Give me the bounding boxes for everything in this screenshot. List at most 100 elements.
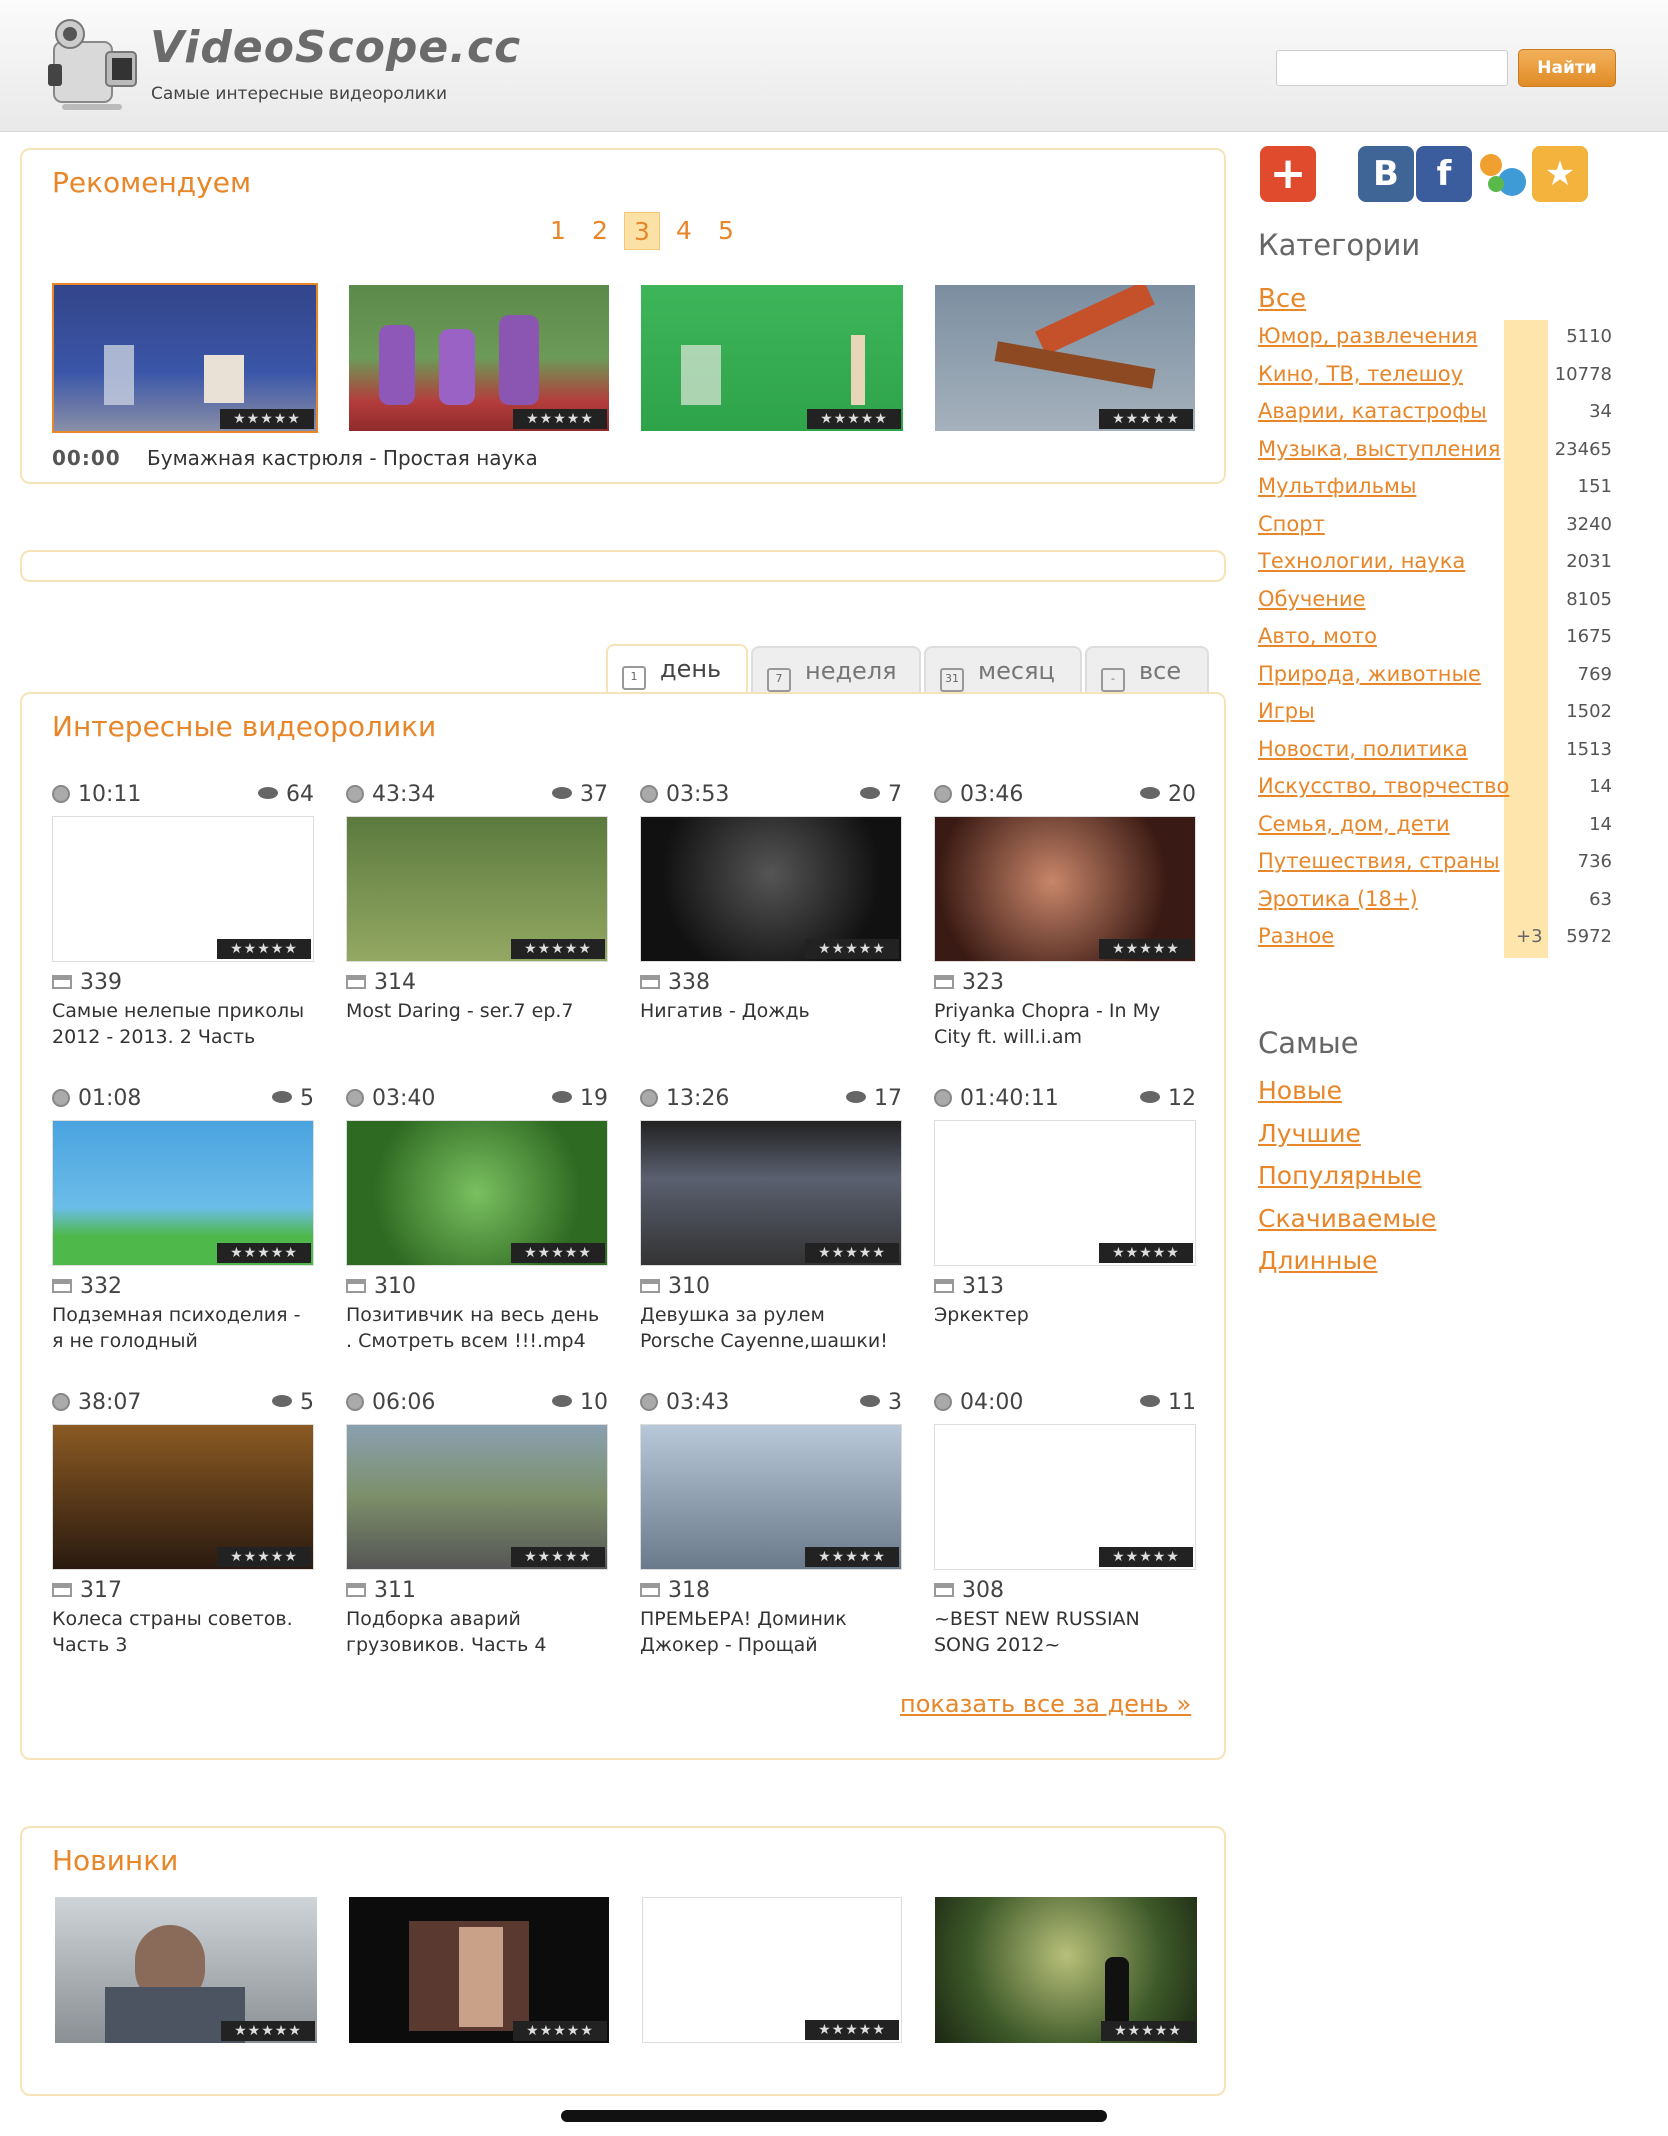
video-card[interactable]: 03:46 20 ★★★★★ 323 Priyanka Chopra - In My C…	[934, 782, 1196, 1050]
category-link[interactable]: Искусство, творчество	[1258, 774, 1509, 798]
best-popular-link[interactable]: Популярные	[1258, 1161, 1436, 1204]
video-thumbnail[interactable]: ★★★★★	[346, 816, 608, 962]
pager-page-1[interactable]: 1	[540, 212, 576, 250]
new-thumb-4[interactable]: ★★★★★	[935, 1897, 1197, 2043]
video-title[interactable]: Колеса страны советов. Часть 3	[52, 1606, 314, 1658]
add-plus-icon[interactable]: +	[1260, 146, 1316, 202]
video-title[interactable]: ПРЕМЬЕРА! Доминик Джокер - Прощай	[640, 1606, 902, 1658]
category-link[interactable]: Технологии, наука	[1258, 549, 1465, 573]
video-meta: 03:46 20	[934, 782, 1196, 810]
favorite-star-icon[interactable]: ★	[1532, 146, 1588, 202]
category-link[interactable]: Мультфильмы	[1258, 474, 1416, 498]
category-link[interactable]: Спорт	[1258, 512, 1325, 536]
recommend-thumb-2[interactable]: ★★★★★	[349, 285, 609, 431]
video-card[interactable]: 04:00 11 ★★★★★ 308 ~BEST NEW RUSSIAN SONG 20…	[934, 1390, 1196, 1658]
camera-logo-icon[interactable]	[44, 12, 140, 112]
video-card[interactable]: 03:40 19 ★★★★★ 310 Позитивчик на весь день .…	[346, 1086, 608, 1354]
video-thumbnail[interactable]: ★★★★★	[346, 1120, 608, 1266]
recommend-caption-title[interactable]: Бумажная кастрюля - Простая наука	[147, 446, 538, 470]
category-link[interactable]: Кино, ТВ, телешоу	[1258, 362, 1463, 386]
category-link[interactable]: Природа, животные	[1258, 662, 1481, 686]
category-link[interactable]: Юмор, развлечения	[1258, 324, 1477, 348]
friends-icon[interactable]	[1474, 146, 1530, 202]
site-name[interactable]: VideoScope.cc	[150, 22, 521, 73]
video-thumbnail[interactable]: ★★★★★	[52, 1120, 314, 1266]
video-thumbnail[interactable]: ★★★★★	[934, 1120, 1196, 1266]
video-duration: 03:53	[666, 782, 730, 807]
video-thumbnail[interactable]: ★★★★★	[52, 816, 314, 962]
category-link[interactable]: Авто, мото	[1258, 624, 1377, 648]
video-title[interactable]: Самые нелепые приколы 2012 - 2013. 2 Час…	[52, 998, 314, 1050]
video-title[interactable]: Девушка за рулем Porsche Cayenne,шашки!	[640, 1302, 902, 1354]
video-title[interactable]: Нигатив - Дождь	[640, 998, 902, 1050]
vk-icon[interactable]: В	[1358, 146, 1414, 202]
category-link[interactable]: Музыка, выступления	[1258, 437, 1500, 461]
pager-page-3[interactable]: 3	[624, 212, 660, 250]
new-thumb-3[interactable]: ★★★★★	[642, 1897, 902, 2043]
video-thumbnail[interactable]: ★★★★★	[640, 816, 902, 962]
rating-stars: ★★★★★	[511, 1547, 605, 1567]
eye-icon	[1140, 787, 1160, 799]
video-title[interactable]: Priyanka Chopra - In My City ft. will.i.…	[934, 998, 1196, 1050]
pager-page-2[interactable]: 2	[582, 212, 618, 250]
video-thumbnail[interactable]: ★★★★★	[640, 1120, 902, 1266]
video-title[interactable]: Подборка аварий грузовиков. Часть 4	[346, 1606, 608, 1658]
video-title[interactable]: Подземная психоделия - я не голодный	[52, 1302, 314, 1354]
category-all[interactable]: Все	[1258, 284, 1628, 320]
new-thumb-2[interactable]: ★★★★★	[349, 1897, 609, 2043]
best-top-link[interactable]: Лучшие	[1258, 1119, 1436, 1162]
search-input[interactable]	[1276, 50, 1508, 86]
tab-week[interactable]: 7 неделя	[751, 646, 921, 694]
tab-all[interactable]: - все	[1085, 646, 1209, 694]
video-title[interactable]: ~BEST NEW RUSSIAN SONG 2012~	[934, 1606, 1196, 1658]
box-icon	[640, 1583, 660, 1597]
category-row: Обучение 8105	[1258, 582, 1628, 621]
search-button[interactable]: Найти	[1518, 49, 1616, 87]
site-header: VideoScope.cc Самые интересные видеороли…	[0, 0, 1668, 132]
tab-month[interactable]: 31 месяц	[924, 646, 1082, 694]
category-link[interactable]: Разное	[1258, 924, 1334, 948]
video-card[interactable]: 10:11 64 ★★★★★ 339 Самые нелепые приколы 201…	[52, 782, 314, 1050]
recommend-thumb-4[interactable]: ★★★★★	[935, 285, 1195, 431]
pager-page-4[interactable]: 4	[666, 212, 702, 250]
best-new-link[interactable]: Новые	[1258, 1076, 1436, 1119]
facebook-icon[interactable]: f	[1416, 146, 1472, 202]
video-thumbnail[interactable]: ★★★★★	[934, 816, 1196, 962]
best-long-link[interactable]: Длинные	[1258, 1246, 1436, 1289]
best-downloaded-link[interactable]: Скачиваемые	[1258, 1204, 1436, 1247]
video-title[interactable]: Позитивчик на весь день . Смотреть всем …	[346, 1302, 608, 1354]
video-card[interactable]: 03:43 3 ★★★★★ 318 ПРЕМЬЕРА! Доминик Джокер -…	[640, 1390, 902, 1658]
video-title[interactable]: Most Daring - ser.7 ep.7	[346, 998, 608, 1050]
video-card[interactable]: 03:53 7 ★★★★★ 338 Нигатив - Дождь	[640, 782, 902, 1050]
new-thumb-1[interactable]: ★★★★★	[55, 1897, 317, 2043]
category-link[interactable]: Игры	[1258, 699, 1315, 723]
video-card[interactable]: 01:40:11 12 ★★★★★ 313 Эркектер	[934, 1086, 1196, 1354]
video-card[interactable]: 01:08 5 ★★★★★ 332 Подземная психоделия - я н…	[52, 1086, 314, 1354]
eye-icon	[258, 787, 278, 799]
category-link[interactable]: Семья, дом, дети	[1258, 812, 1450, 836]
video-views-count: 3	[888, 1390, 902, 1415]
video-thumbnail[interactable]: ★★★★★	[640, 1424, 902, 1570]
video-card[interactable]: 06:06 10 ★★★★★ 311 Подборка аварий грузовико…	[346, 1390, 608, 1658]
video-title[interactable]: Эркектер	[934, 1302, 1196, 1354]
calendar-day-icon: 1	[622, 666, 646, 690]
video-thumbnail[interactable]: ★★★★★	[934, 1424, 1196, 1570]
category-count: 1513	[1566, 738, 1612, 760]
tab-day[interactable]: 1 день	[606, 644, 748, 696]
category-link[interactable]: Аварии, катастрофы	[1258, 399, 1487, 423]
category-link[interactable]: Новости, политика	[1258, 737, 1468, 761]
show-all-day-link[interactable]: показать все за день »	[900, 1690, 1191, 1718]
recommend-thumb-1[interactable]: ★★★★★	[52, 283, 318, 433]
video-thumbnail[interactable]: ★★★★★	[52, 1424, 314, 1570]
category-link[interactable]: Путешествия, страны	[1258, 849, 1500, 873]
recommend-thumb-3[interactable]: ★★★★★	[641, 285, 903, 431]
video-views-count: 12	[1168, 1086, 1196, 1111]
video-thumbnail[interactable]: ★★★★★	[346, 1424, 608, 1570]
category-link[interactable]: Эротика (18+)	[1258, 887, 1418, 911]
pager-page-5[interactable]: 5	[708, 212, 744, 250]
video-views: 3	[860, 1390, 902, 1415]
video-card[interactable]: 13:26 17 ★★★★★ 310 Девушка за рулем Porsche …	[640, 1086, 902, 1354]
category-link[interactable]: Обучение	[1258, 587, 1366, 611]
video-card[interactable]: 43:34 37 ★★★★★ 314 Most Daring - ser.7 ep.7	[346, 782, 608, 1050]
video-card[interactable]: 38:07 5 ★★★★★ 317 Колеса страны советов. Час…	[52, 1390, 314, 1658]
